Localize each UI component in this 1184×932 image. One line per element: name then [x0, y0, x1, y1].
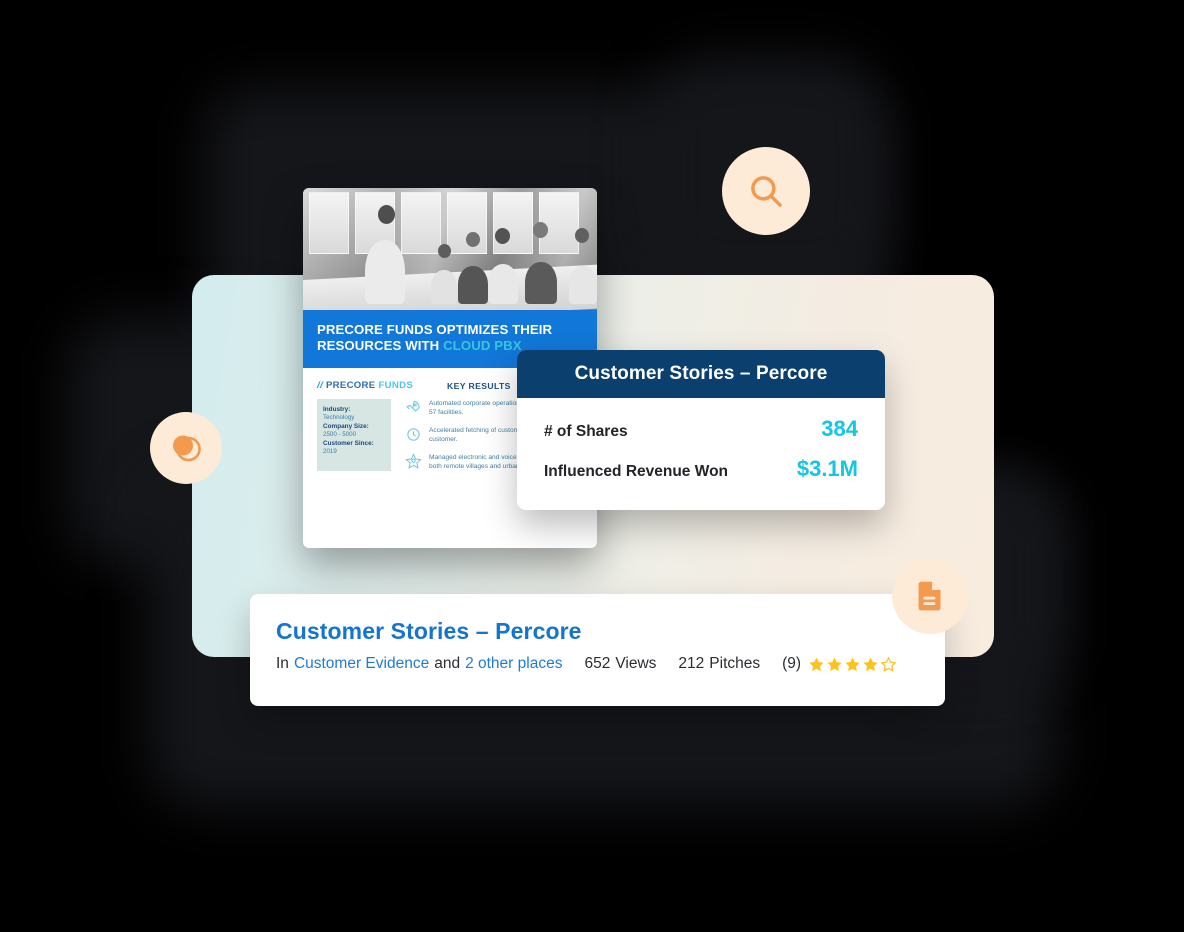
- stat-row: # of Shares 384: [544, 416, 858, 442]
- location-primary-link[interactable]: Customer Evidence: [294, 655, 429, 673]
- star-award-icon: [405, 453, 422, 470]
- key-results-heading: KEY RESULTS: [447, 380, 511, 391]
- logo-word-1: PRECORE: [325, 380, 376, 391]
- company-size-value: 2500 - 5000: [323, 431, 357, 439]
- stat-label: # of Shares: [544, 423, 628, 440]
- result-title[interactable]: Customer Stories – Percore: [276, 618, 919, 645]
- document-cover-photo: [303, 188, 597, 310]
- document-badge[interactable]: [892, 558, 968, 634]
- banner-line-1: PRECORE FUNDS OPTIMIZES THEIR: [317, 322, 553, 337]
- banner-line-2-prefix: RESOURCES WITH: [317, 338, 440, 353]
- star-filled-icon[interactable]: [808, 656, 825, 673]
- stat-value: 384: [821, 416, 858, 441]
- share-circles-icon: [166, 428, 206, 468]
- location-secondary-link[interactable]: 2 other places: [465, 655, 562, 673]
- search-result-card[interactable]: Customer Stories – Percore In Customer E…: [250, 594, 945, 706]
- stats-card[interactable]: Customer Stories – Percore # of Shares 3…: [517, 350, 885, 510]
- star-rating[interactable]: [808, 656, 897, 673]
- pitches-label: Pitches: [709, 655, 761, 672]
- star-empty-icon[interactable]: [880, 656, 897, 673]
- logo-word-2: FUNDS: [378, 380, 414, 391]
- rating-count: (9): [782, 655, 802, 672]
- industry-value: Technology: [323, 414, 355, 422]
- search-icon: [745, 170, 787, 212]
- company-info-box: Industry: Technology Company Size: 2500 …: [317, 399, 391, 471]
- document-icon: [912, 578, 948, 614]
- pitches-count: 212: [678, 655, 705, 672]
- company-size-label: Company Size:: [323, 422, 369, 430]
- share-badge[interactable]: [150, 412, 222, 484]
- views-count: 652: [584, 655, 611, 672]
- industry-label: Industry:: [323, 406, 351, 413]
- stats-card-body: # of Shares 384 Influenced Revenue Won $…: [517, 398, 885, 482]
- result-metadata-row: In Customer Evidence and 2 other places …: [276, 655, 919, 673]
- stats-card-header: Customer Stories – Percore: [517, 350, 885, 398]
- views-label: Views: [615, 655, 657, 672]
- clock-icon: [405, 426, 422, 443]
- banner-line-2-highlight: CLOUD PBX: [443, 338, 522, 353]
- location-prefix: In: [276, 655, 289, 672]
- screenshot-stage: PRECORE FUNDS OPTIMIZES THEIR RESOURCES …: [0, 0, 1184, 932]
- stat-row: Influenced Revenue Won $3.1M: [544, 456, 858, 482]
- rocket-icon: [405, 399, 422, 416]
- stats-card-title: Customer Stories – Percore: [574, 363, 828, 384]
- location-conjunction: and: [434, 655, 461, 672]
- precore-funds-logo: // PRECORE FUNDS: [317, 380, 413, 391]
- star-filled-icon[interactable]: [826, 656, 843, 673]
- customer-since-label: Customer Since:: [323, 439, 374, 447]
- customer-since-value: 2019: [323, 448, 337, 456]
- stat-label: Influenced Revenue Won: [544, 463, 729, 480]
- star-filled-icon[interactable]: [862, 656, 879, 673]
- search-badge[interactable]: [722, 147, 810, 235]
- logo-slash-icon: //: [317, 380, 323, 391]
- star-filled-icon[interactable]: [844, 656, 861, 673]
- stat-value: $3.1M: [796, 456, 858, 481]
